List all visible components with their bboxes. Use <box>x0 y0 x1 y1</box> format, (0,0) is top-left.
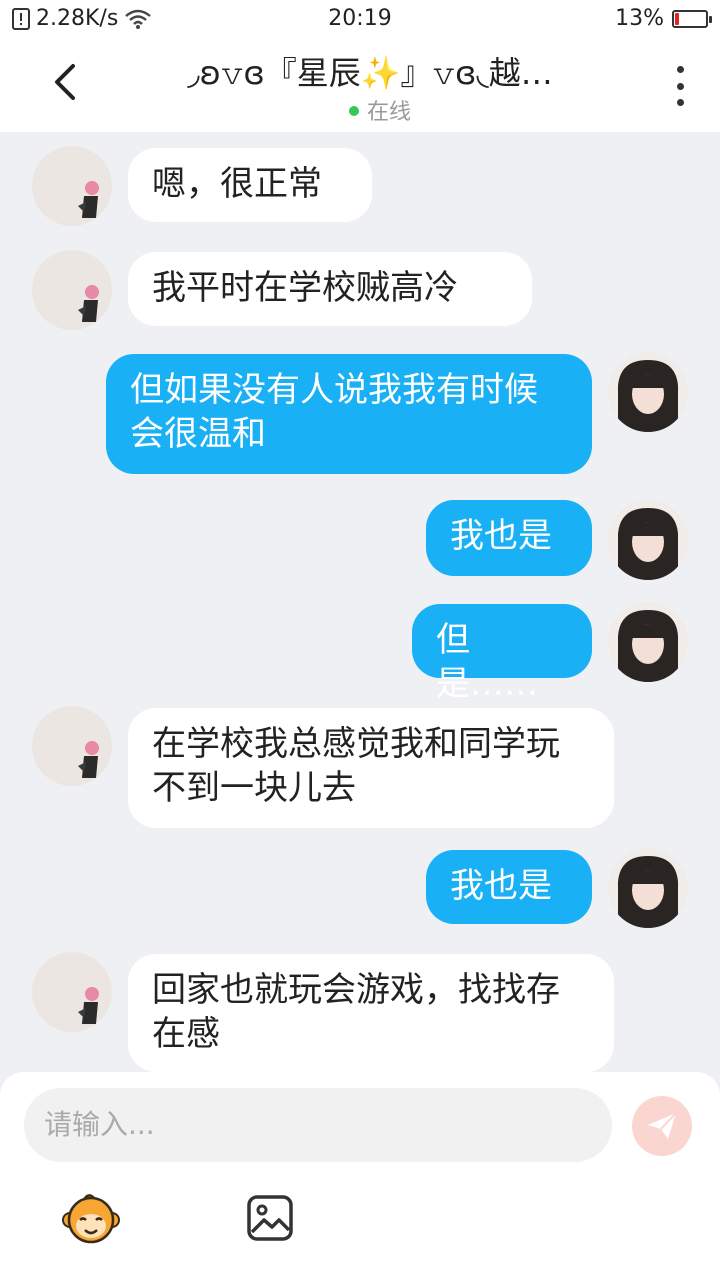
my-avatar[interactable] <box>608 602 688 682</box>
online-status: 在线 <box>0 94 720 126</box>
contact-avatar[interactable] <box>32 250 112 330</box>
send-button[interactable] <box>632 1096 692 1156</box>
more-button[interactable] <box>668 66 692 106</box>
status-right: 13% <box>615 6 712 31</box>
online-dot-icon <box>348 106 359 116</box>
status-bar: 2.28K/s 20:19 13% <box>0 0 720 38</box>
contact-avatar[interactable] <box>32 706 112 786</box>
message-bubble[interactable]: 我也是 <box>426 850 592 924</box>
message-bubble[interactable]: 我平时在学校贼高冷 <box>128 252 532 326</box>
message-bubble[interactable]: 但如果没有人说我我有时候会很温和 <box>106 354 592 474</box>
composer: 请输入... <box>0 1072 720 1280</box>
avatar-girl-icon <box>618 508 678 580</box>
more-dot-icon <box>676 66 684 73</box>
contact-avatar[interactable] <box>32 952 112 1032</box>
message-input[interactable]: 请输入... <box>24 1088 612 1162</box>
more-dot-icon <box>676 99 684 106</box>
battery-level <box>675 12 679 25</box>
chat-header: ◞ʚ𝚟ɞ『星辰✨』𝚟ɞ◟越… 在线 <box>0 38 720 132</box>
message-bubble[interactable]: 嗯，很正常 <box>128 148 372 222</box>
avatar-figure-icon <box>78 285 99 322</box>
battery-icon <box>672 9 712 28</box>
message-bubble[interactable]: 我也是 <box>426 500 592 576</box>
avatar-figure-icon <box>78 987 99 1024</box>
avatar-figure-icon <box>78 181 99 218</box>
clock: 20:19 <box>328 6 392 31</box>
image-icon <box>247 1195 293 1241</box>
message-bubble[interactable]: 但是…… <box>412 604 592 704</box>
my-avatar[interactable] <box>608 500 688 580</box>
contact-avatar[interactable] <box>32 146 112 226</box>
avatar-girl-icon <box>618 610 678 682</box>
avatar-figure-icon <box>78 741 99 778</box>
message-bubble[interactable]: 回家也就玩会游戏，找找存在感 <box>128 954 614 1072</box>
more-dot-icon <box>676 82 684 90</box>
image-button[interactable] <box>246 1194 294 1242</box>
avatar-girl-icon <box>618 360 678 432</box>
monkey-emoji-icon <box>62 1194 120 1244</box>
emoji-button[interactable] <box>62 1190 120 1248</box>
message-list[interactable]: 嗯，很正常 我平时在学校贼高冷 但如果没有人说我我有时候会很温和 我也是 但是…… <box>0 132 720 1072</box>
my-avatar[interactable] <box>608 848 688 928</box>
avatar-girl-icon <box>618 856 678 928</box>
online-label: 在线 <box>366 100 411 125</box>
contact-name: ◞ʚ𝚟ɞ『星辰✨』𝚟ɞ◟越… <box>187 54 553 92</box>
message-bubble[interactable]: 在学校我总感觉我和同学玩不到一块儿去 <box>128 708 614 828</box>
my-avatar[interactable] <box>608 352 688 432</box>
battery-percent: 13% <box>615 6 664 31</box>
paper-plane-icon <box>648 1112 677 1139</box>
